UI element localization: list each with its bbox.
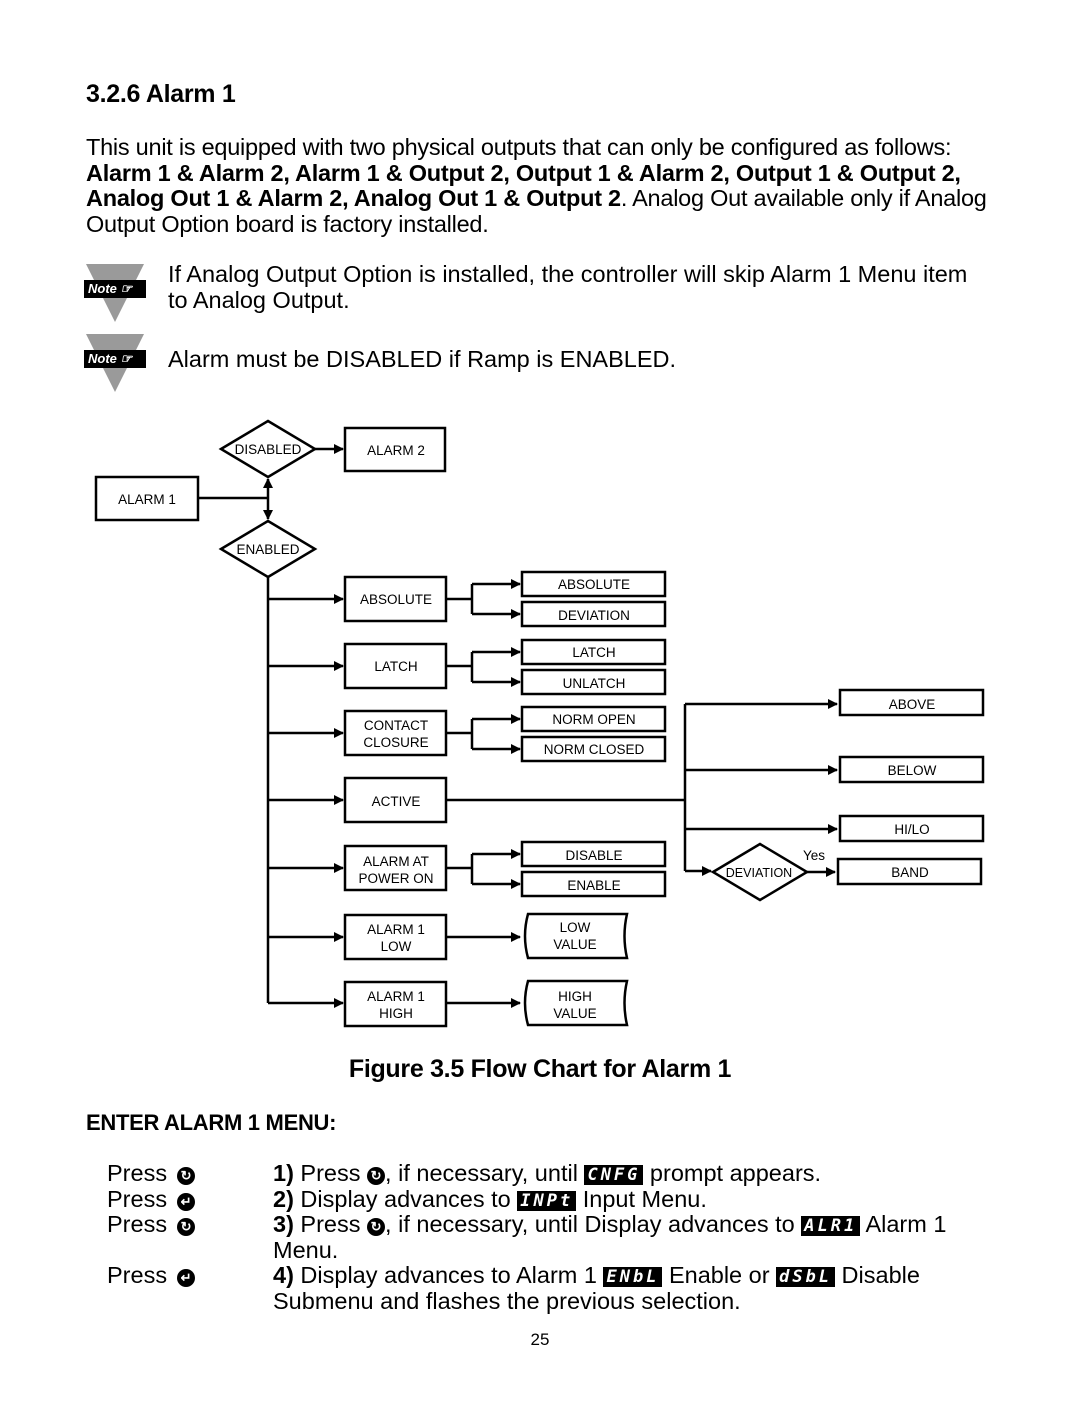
step-text: Display advances to	[293, 1186, 518, 1212]
page-number: 25	[530, 1330, 550, 1349]
label-deviation-decision: DEVIATION	[726, 866, 792, 880]
label-high-value-1: HIGH	[558, 989, 592, 1004]
enter-icon: ↵	[177, 1269, 196, 1287]
press-label: Press	[107, 1211, 168, 1237]
lcd-dsbl: dSbL	[776, 1267, 836, 1287]
label-below: BELOW	[888, 763, 937, 778]
lcd-enbl: ENbL	[603, 1267, 663, 1287]
label-low-value-1: LOW	[560, 920, 591, 935]
press-label: Press	[107, 1262, 168, 1288]
label-latch-option: LATCH	[572, 645, 615, 660]
press-label: Press	[107, 1186, 168, 1212]
press-label: Press	[107, 1160, 168, 1186]
step-4: 4) Display advances to Alarm 1 ENbL Enab…	[273, 1262, 1003, 1314]
label-alarm-at: ALARM AT	[363, 854, 429, 869]
scroll-icon: ↻	[177, 1218, 196, 1236]
figure-caption: Figure 3.5 Flow Chart for Alarm 1	[348, 1055, 732, 1083]
label-alarm1-high-1: ALARM 1	[367, 989, 425, 1004]
step-text: , if necessary, until Display advances t…	[385, 1211, 802, 1237]
step-number: 2)	[273, 1186, 294, 1212]
scroll-icon: ↻	[367, 1167, 386, 1185]
label-high-value-2: VALUE	[553, 1006, 596, 1021]
lcd-inpt: INPt	[517, 1191, 577, 1211]
label-yes: Yes	[803, 848, 825, 863]
label-active: ACTIVE	[372, 794, 421, 809]
label-alarm1-low-2: LOW	[381, 939, 412, 954]
label-alarm1-high-2: HIGH	[379, 1006, 413, 1021]
label-latch: LATCH	[374, 659, 417, 674]
label-deviation-option: DEVIATION	[558, 608, 630, 623]
step-number: 3)	[273, 1211, 294, 1237]
step-number: 1)	[273, 1160, 294, 1186]
step-text: , if necessary, until	[385, 1160, 585, 1186]
label-power-on: POWER ON	[358, 871, 433, 886]
menu-heading: ENTER ALARM 1 MENU:	[86, 1110, 337, 1135]
label-unlatch-option: UNLATCH	[563, 676, 626, 691]
step-text: prompt appears.	[643, 1160, 822, 1186]
label-contact: CONTACT	[364, 718, 428, 733]
scroll-icon: ↻	[367, 1218, 386, 1236]
label-band: BAND	[891, 865, 929, 880]
press-scroll-3: Press ↻	[107, 1211, 196, 1238]
label-hilo: HI/LO	[894, 822, 929, 837]
step-1: 1) Press ↻, if necessary, until CNFG pro…	[273, 1160, 1003, 1187]
label-low-value-2: VALUE	[553, 937, 596, 952]
press-scroll-1: Press ↻	[107, 1160, 196, 1187]
press-enter-2: Press ↵	[107, 1186, 196, 1213]
step-text: Press	[293, 1160, 368, 1186]
enter-icon: ↵	[177, 1193, 196, 1211]
label-closure: CLOSURE	[363, 735, 428, 750]
label-disable-option: DISABLE	[565, 848, 622, 863]
label-enabled: ENABLED	[236, 542, 299, 557]
lcd-cnfg: CNFG	[584, 1165, 644, 1185]
label-absolute: ABSOLUTE	[360, 592, 432, 607]
label-norm-closed: NORM CLOSED	[544, 742, 645, 757]
step-3: 3) Press ↻, if necessary, until Display …	[273, 1211, 1003, 1263]
label-disabled: DISABLED	[235, 442, 302, 457]
scroll-icon: ↻	[177, 1167, 196, 1185]
lcd-alr1: ALR1	[801, 1216, 861, 1236]
label-absolute-option: ABSOLUTE	[558, 577, 630, 592]
label-above: ABOVE	[889, 697, 936, 712]
step-text: Input Menu.	[576, 1186, 707, 1212]
press-enter-4: Press ↵	[107, 1262, 196, 1289]
step-text: Enable or	[662, 1262, 777, 1288]
label-norm-open: NORM OPEN	[552, 712, 635, 727]
label-alarm1: ALARM 1	[118, 492, 176, 507]
label-enable-option: ENABLE	[567, 878, 620, 893]
step-number: 4)	[273, 1262, 294, 1288]
step-text: Display advances to Alarm 1	[293, 1262, 604, 1288]
label-alarm1-low-1: ALARM 1	[367, 922, 425, 937]
step-2: 2) Display advances to INPt Input Menu.	[273, 1186, 1003, 1213]
step-text: Press	[293, 1211, 368, 1237]
label-alarm2: ALARM 2	[367, 443, 425, 458]
